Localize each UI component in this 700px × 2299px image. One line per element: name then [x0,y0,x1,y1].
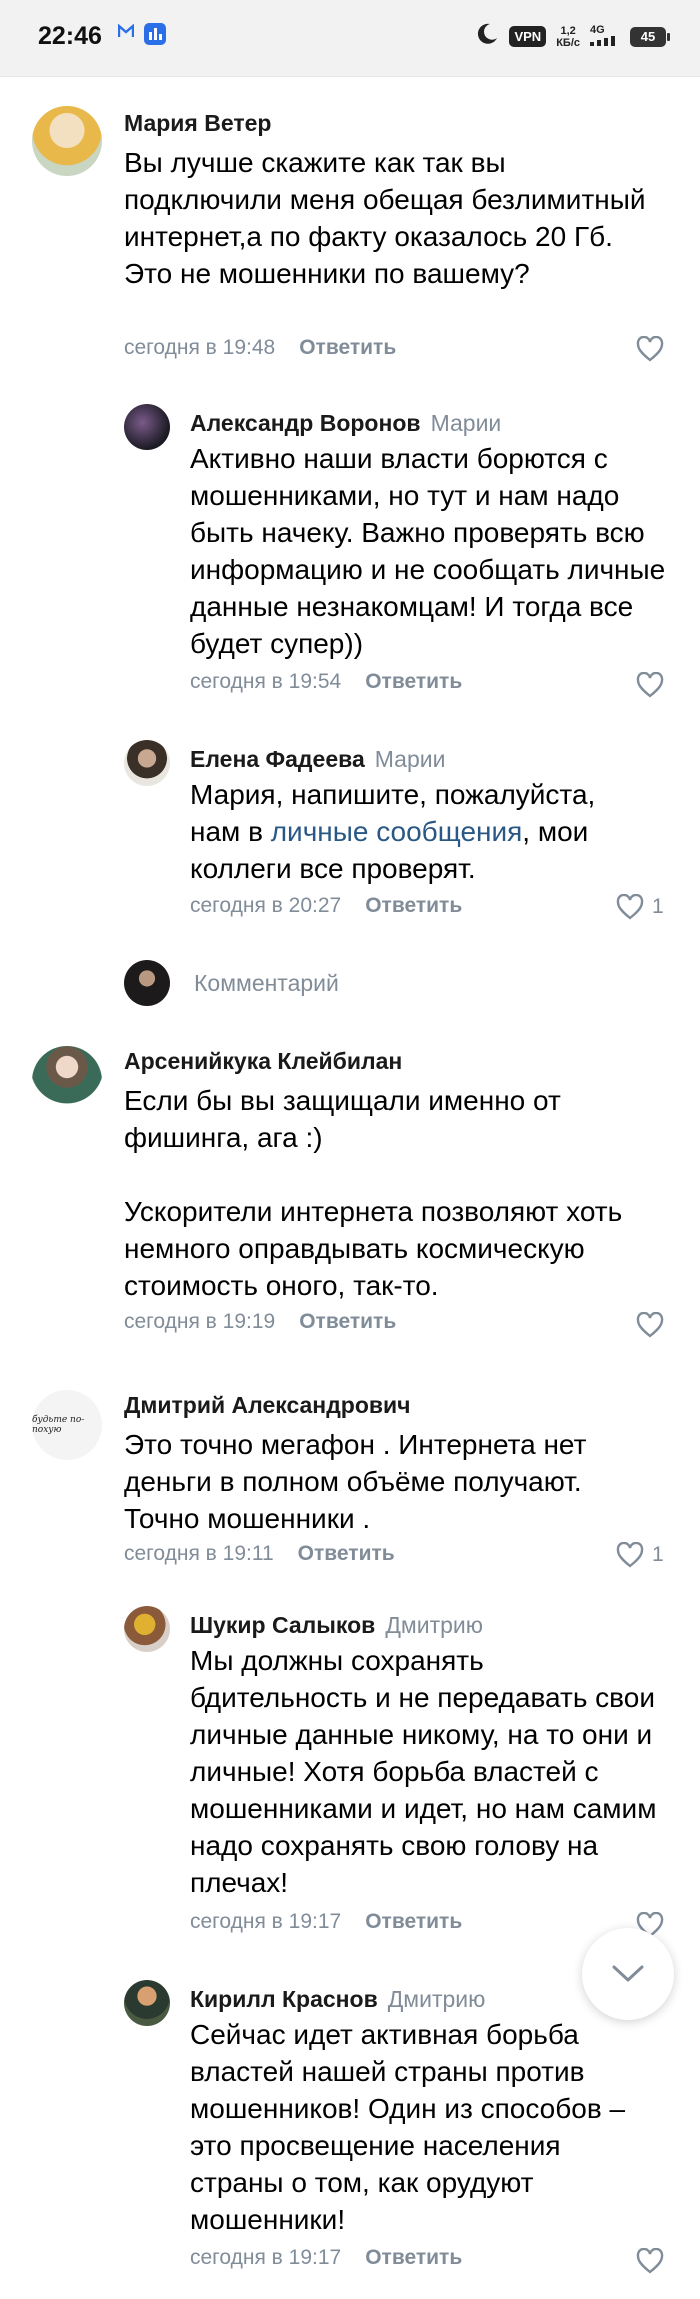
avatar[interactable] [32,1046,102,1116]
comment-text: Активно наши власти борются с мошенникам… [190,443,666,659]
comment-time: сегодня в 19:17 [190,2246,342,2269]
like-count: 1 [652,1543,664,1566]
comment-time: сегодня в 19:11 [124,1542,274,1565]
signal-indicator: 4G [590,24,620,49]
comment-meta: сегодня в 19:48 Ответить [124,336,396,360]
comment-author[interactable]: Арсенийкука Клейбилан [124,1048,402,1075]
like-button[interactable] [636,672,664,698]
reply-to[interactable]: Марии [375,746,446,772]
reply-button[interactable]: Ответить [365,1910,462,1933]
avatar-caption: будьте по-похую [32,1415,85,1435]
signal-bars-icon [590,36,615,46]
speed-value: 1,2 [560,24,576,37]
comment-author[interactable]: Кирилл Краснов Дмитрию [190,1986,485,2013]
comment-input[interactable]: Комментарий [194,970,339,997]
comment-text: Это точно мегафон . Интернета нет деньги… [124,1429,587,1534]
stats-app-icon [144,23,166,50]
comment-text: Мария, напишите, пожалуйста, нам в личны… [190,779,596,884]
comment-meta: сегодня в 19:11 Ответить [124,1542,395,1566]
comment-paragraph: Если бы вы защищали именно от фишинга, а… [124,1085,561,1153]
comment-text: Сейчас идет активная борьба властей наше… [190,2019,626,2235]
avatar[interactable] [124,1606,170,1652]
avatar[interactable]: будьте по-похую [32,1390,102,1460]
current-user-avatar [124,960,170,1006]
reply-button[interactable]: Ответить [365,670,462,693]
network-type: 4G [590,24,605,36]
comment-author[interactable]: Мария Ветер [124,110,271,137]
comment-meta: сегодня в 19:19 Ответить [124,1310,396,1334]
comment-author[interactable]: Дмитрий Александрович [124,1392,411,1419]
vpn-badge: VPN [509,26,547,47]
comment-time: сегодня в 20:27 [190,894,342,917]
heart-icon [616,1542,644,1568]
comment-author[interactable]: Шукир Салыков Дмитрию [190,1612,483,1639]
comment-time: сегодня в 19:54 [190,670,342,693]
reply-button[interactable]: Ответить [299,336,396,359]
chevron-down-icon [612,1965,644,1982]
comment-text: Вы лучше скажите как так вы подключили м… [124,147,646,289]
avatar[interactable] [124,740,170,786]
comment-time: сегодня в 19:17 [190,1910,342,1933]
reply-button[interactable]: Ответить [298,1542,395,1565]
mail-app-icon [117,23,135,43]
comment-time: сегодня в 19:19 [124,1310,276,1333]
heart-icon [636,2248,664,2274]
comment-author[interactable]: Александр Воронов Марии [190,410,501,437]
speed-unit: КБ/с [556,36,580,49]
like-button[interactable]: 1 [616,894,664,920]
heart-icon [616,894,644,920]
battery-icon: 45 [630,26,670,47]
like-button[interactable]: 1 [616,1542,664,1568]
comment-meta: сегодня в 19:17 Ответить [190,2246,462,2270]
avatar[interactable] [124,404,170,450]
comment-paragraph: Ускорители интернета позволяют хоть немн… [124,1196,623,1301]
network-speed: 1,2 КБ/с [556,25,580,49]
status-bar: 22:46 VPN 1,2 КБ/с 4G 45 [0,0,700,77]
comment-text: Если бы вы защищали именно от фишинга, а… [124,1082,674,1304]
reply-to[interactable]: Марии [431,410,502,436]
comment-meta: сегодня в 19:54 Ответить [190,670,462,694]
reply-button[interactable]: Ответить [365,894,462,917]
scroll-down-button[interactable] [582,1928,674,2020]
reply-button[interactable]: Ответить [365,2246,462,2269]
comment-meta: сегодня в 19:17 Ответить [190,1910,462,1934]
reply-button[interactable]: Ответить [299,1310,396,1333]
heart-icon [636,672,664,698]
clock: 22:46 [38,22,102,50]
private-messages-link[interactable]: личные сообщения [271,816,523,847]
comment-author[interactable]: Елена Фадеева Марии [190,746,445,773]
like-button[interactable] [636,336,664,362]
heart-icon [636,1312,664,1338]
heart-icon [636,336,664,362]
reply-to[interactable]: Дмитрию [385,1612,483,1638]
avatar[interactable] [124,1980,170,2026]
comment-text: Мы должны сохранять бдительность и не пе… [190,1645,657,1898]
comment-meta: сегодня в 20:27 Ответить [190,894,462,918]
comment-time: сегодня в 19:48 [124,336,276,359]
reply-to[interactable]: Дмитрию [388,1986,486,2012]
moon-icon [475,22,499,51]
like-button[interactable] [636,2248,664,2274]
like-button[interactable] [636,1312,664,1338]
avatar[interactable] [32,106,102,176]
like-count: 1 [652,895,664,918]
